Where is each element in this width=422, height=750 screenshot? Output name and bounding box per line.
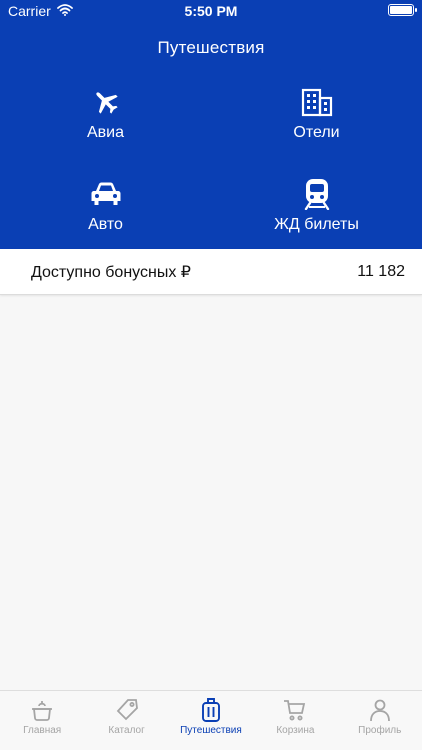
page-title: Путешествия	[157, 38, 265, 57]
airplane-icon	[88, 84, 124, 120]
tab-catalog-label: Каталог	[108, 725, 145, 736]
tab-profile[interactable]: Профиль	[338, 697, 422, 736]
cart-icon	[282, 697, 308, 723]
suitcase-icon	[198, 697, 224, 723]
tab-cart-label: Корзина	[276, 725, 315, 736]
travel-categories: Авиа Отели Авто ЖД билеты	[0, 84, 422, 244]
tab-catalog[interactable]: Каталог	[85, 697, 169, 736]
tile-train[interactable]: ЖД билеты	[211, 176, 422, 256]
tile-hotels[interactable]: Отели	[211, 84, 422, 164]
tile-auto-label: Авто	[88, 216, 123, 233]
bonus-label: Доступно бонусных ₽	[31, 263, 191, 281]
tab-profile-label: Профиль	[358, 725, 402, 736]
status-time: 5:50 PM	[184, 3, 238, 19]
tab-travel-label: Путешествия	[180, 725, 242, 736]
bonus-value: 11 182	[357, 262, 405, 280]
bonus-balance-row[interactable]: Доступно бонусных ₽ 11 182	[0, 249, 422, 295]
tile-avia[interactable]: Авиа	[0, 84, 211, 164]
tab-home-label: Главная	[23, 725, 62, 736]
app-root: Carrier 5:50 PM Путешествия Авиа Отели А…	[0, 0, 422, 750]
tab-travel[interactable]: Путешествия	[169, 697, 253, 736]
home-pot-icon	[29, 697, 55, 723]
hotel-building-icon	[299, 84, 335, 120]
tile-auto[interactable]: Авто	[0, 176, 211, 256]
train-icon	[299, 176, 335, 212]
travel-header: Carrier 5:50 PM Путешествия Авиа Отели А…	[0, 0, 422, 249]
tile-avia-label: Авиа	[86, 124, 124, 141]
tab-home[interactable]: Главная	[0, 697, 84, 736]
tag-icon	[114, 697, 140, 723]
status-bar: Carrier 5:50 PM	[0, 0, 422, 22]
bottom-tab-bar: Главная Каталог Путешествия Корзина Проф…	[0, 690, 422, 750]
profile-icon	[367, 697, 393, 723]
battery-icon	[388, 4, 417, 16]
tile-hotels-label: Отели	[293, 124, 340, 141]
car-icon	[88, 176, 124, 212]
tab-cart[interactable]: Корзина	[253, 697, 337, 736]
tile-train-label: ЖД билеты	[274, 216, 359, 233]
